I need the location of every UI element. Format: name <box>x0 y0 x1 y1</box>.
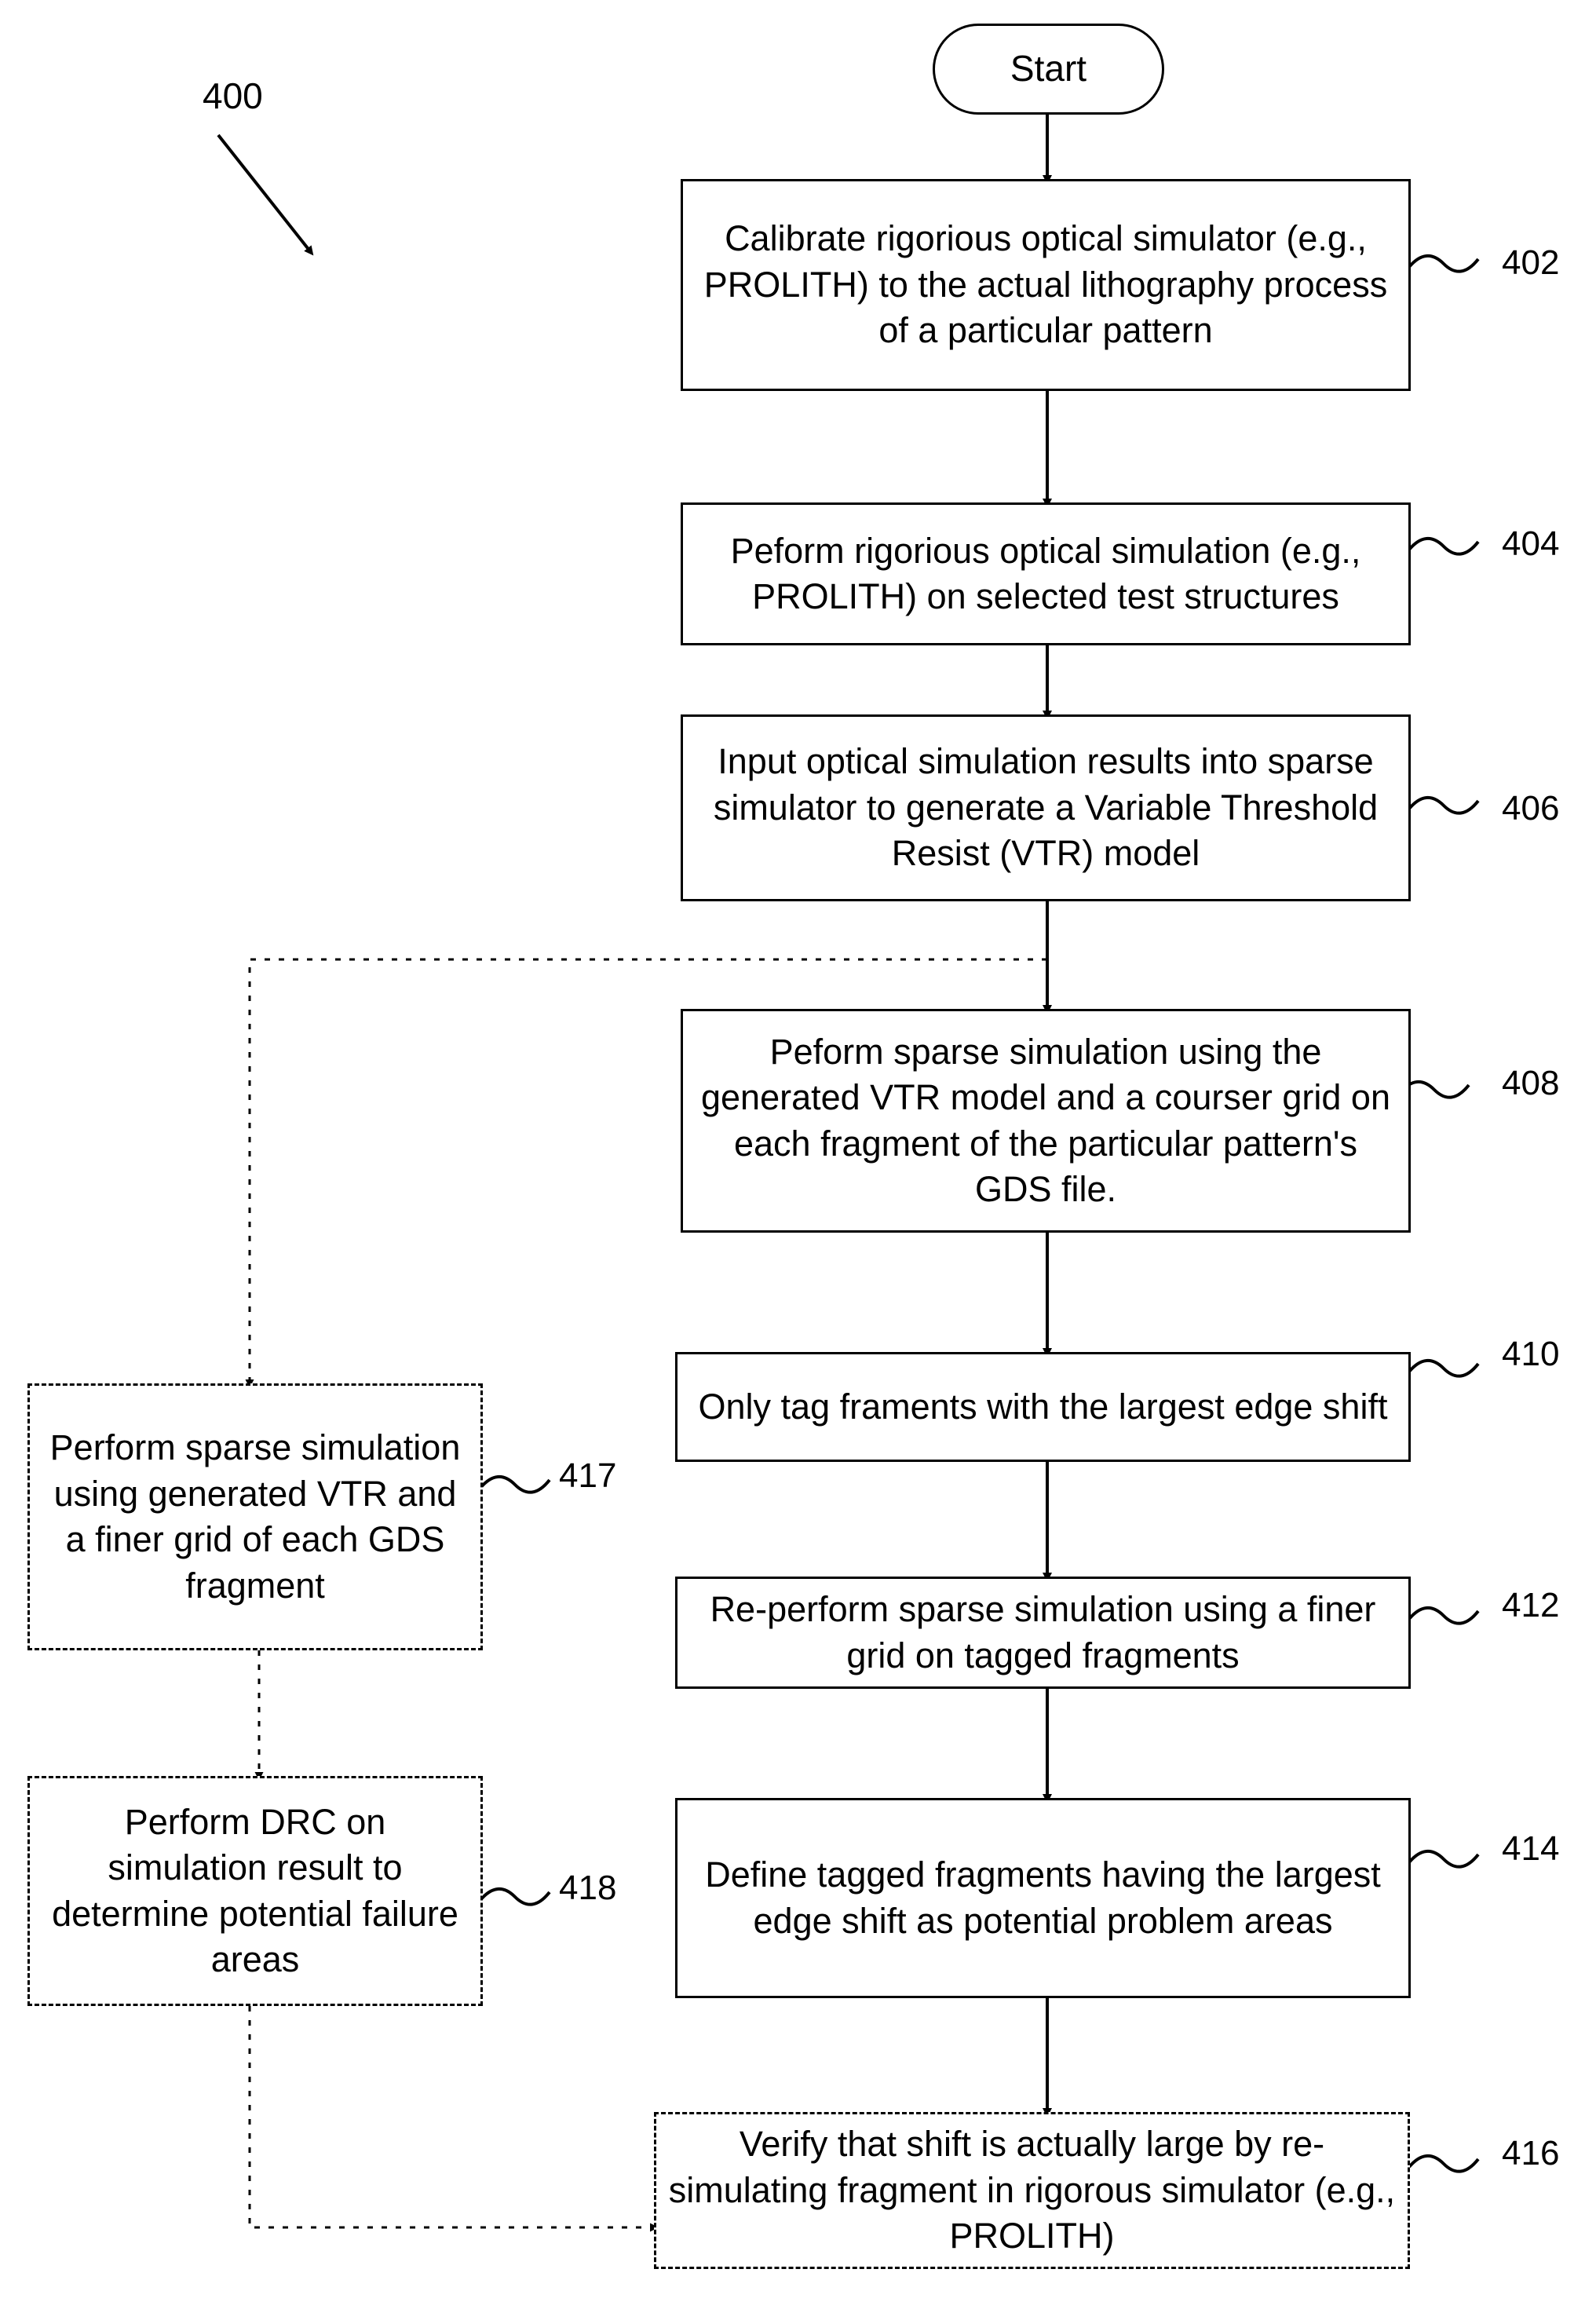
node-410-label: Only tag framents with the largest edge … <box>698 1386 1388 1427</box>
leader-406 <box>1408 796 1480 815</box>
node-start: Start <box>933 24 1164 115</box>
node-416: Verify that shift is actually large by r… <box>654 2112 1410 2269</box>
node-410: Only tag framents with the largest edge … <box>675 1352 1411 1462</box>
dotted-arrow-418-to-416 <box>248 2006 659 2232</box>
node-412-label: Re-perform sparse simulation using a fin… <box>710 1589 1376 1675</box>
node-418-label: Perform DRC on simulation result to dete… <box>52 1801 458 1980</box>
node-416-label: Verify that shift is actually large by r… <box>668 2124 1396 2256</box>
node-406: Input optical simulation results into sp… <box>681 714 1411 901</box>
leader-402 <box>1408 254 1480 273</box>
leader-412 <box>1408 1606 1480 1625</box>
figure-leader-arrow <box>217 133 314 256</box>
node-417-label: Perform sparse simulation using generate… <box>49 1427 461 1606</box>
ref-417: 417 <box>559 1456 617 1495</box>
leader-416 <box>1408 2154 1480 2173</box>
node-418: Perform DRC on simulation result to dete… <box>27 1776 483 2006</box>
ref-418: 418 <box>559 1869 617 1907</box>
leader-417 <box>479 1475 551 1494</box>
ref-406: 406 <box>1502 789 1560 828</box>
leader-410 <box>1408 1359 1480 1378</box>
leader-404 <box>1408 537 1480 556</box>
node-404: Peform rigorious optical simulation (e.g… <box>681 502 1411 645</box>
node-414: Define tagged fragments having the large… <box>675 1798 1411 1998</box>
node-414-label: Define tagged fragments having the large… <box>705 1854 1381 1941</box>
node-412: Re-perform sparse simulation using a fin… <box>675 1577 1411 1689</box>
node-402: Calibrate rigorious optical simulator (e… <box>681 179 1411 391</box>
node-417: Perform sparse simulation using generate… <box>27 1383 483 1650</box>
figure-canvas: 400 Start Calibrate rigorious optical si… <box>0 0 1596 2302</box>
ref-416: 416 <box>1502 2134 1560 2172</box>
leader-418 <box>479 1887 551 1906</box>
ref-408: 408 <box>1502 1064 1560 1102</box>
node-404-label: Peform rigorious optical simulation (e.g… <box>730 530 1361 617</box>
ref-414: 414 <box>1502 1829 1560 1868</box>
leader-414 <box>1408 1850 1480 1869</box>
node-406-label: Input optical simulation results into sp… <box>713 741 1379 874</box>
ref-404: 404 <box>1502 524 1560 563</box>
node-408-label: Peform sparse simulation using the gener… <box>700 1031 1390 1210</box>
node-402-label: Calibrate rigorious optical simulator (e… <box>703 218 1388 351</box>
node-408: Peform sparse simulation using the gener… <box>681 1009 1411 1233</box>
ref-402: 402 <box>1502 243 1560 282</box>
node-start-label: Start <box>1010 48 1087 90</box>
figure-number: 400 <box>203 75 263 116</box>
ref-412: 412 <box>1502 1586 1560 1624</box>
ref-410: 410 <box>1502 1335 1560 1373</box>
